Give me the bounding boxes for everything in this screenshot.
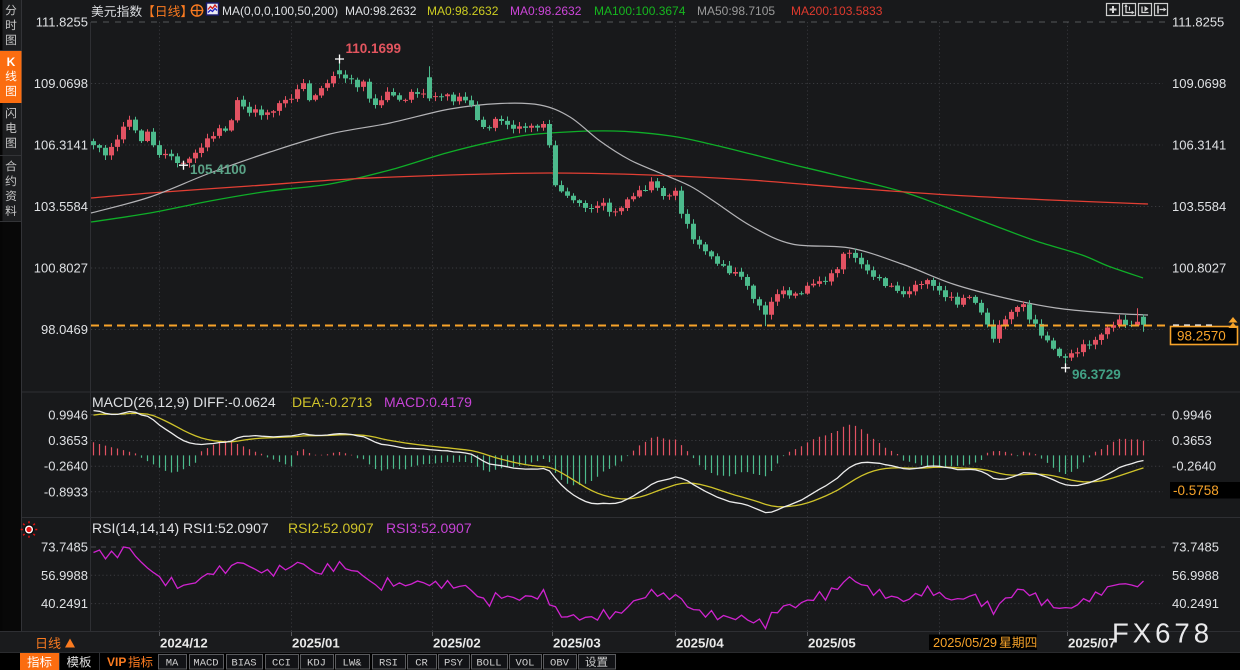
svg-text:0.3653: 0.3653 bbox=[48, 433, 88, 448]
svg-text:103.5584: 103.5584 bbox=[1172, 199, 1226, 214]
svg-text:MA0:98.2632: MA0:98.2632 bbox=[510, 4, 582, 18]
svg-text:2025/05/29: 2025/05/29 bbox=[933, 635, 997, 650]
svg-text:MA0:98.2632: MA0:98.2632 bbox=[345, 4, 417, 18]
svg-text:109.0698: 109.0698 bbox=[34, 76, 88, 91]
svg-text:98.2570: 98.2570 bbox=[1177, 329, 1226, 344]
svg-text:PSY: PSY bbox=[444, 658, 464, 670]
svg-text:40.2491: 40.2491 bbox=[41, 596, 88, 611]
svg-text:RSI(14,14,14) RSI1:52.0907: RSI(14,14,14) RSI1:52.0907 bbox=[92, 520, 269, 536]
svg-text:40.2491: 40.2491 bbox=[1172, 596, 1219, 611]
svg-text:VIP: VIP bbox=[107, 655, 126, 669]
svg-text:RSI3:52.0907: RSI3:52.0907 bbox=[386, 520, 472, 536]
svg-text:106.3141: 106.3141 bbox=[1172, 138, 1226, 153]
svg-text:-0.2640: -0.2640 bbox=[44, 459, 88, 474]
svg-text:K: K bbox=[7, 55, 16, 69]
svg-text:100.8027: 100.8027 bbox=[34, 261, 88, 276]
svg-text:2025/02: 2025/02 bbox=[433, 636, 481, 651]
svg-text:VOL: VOL bbox=[516, 658, 535, 670]
svg-text:2025/05: 2025/05 bbox=[808, 636, 856, 651]
svg-text:MA50:98.7105: MA50:98.7105 bbox=[697, 4, 775, 18]
svg-text:110.1699: 110.1699 bbox=[346, 41, 402, 56]
svg-text:BOLL: BOLL bbox=[476, 658, 501, 670]
svg-text:56.9988: 56.9988 bbox=[1172, 568, 1219, 583]
svg-text:0.9946: 0.9946 bbox=[1172, 407, 1212, 422]
svg-text:MA100:100.3674: MA100:100.3674 bbox=[594, 4, 686, 18]
svg-text:2025/01: 2025/01 bbox=[292, 636, 340, 651]
svg-text:KDJ: KDJ bbox=[307, 658, 326, 670]
svg-text:-0.2640: -0.2640 bbox=[1172, 459, 1216, 474]
svg-text:RSI: RSI bbox=[379, 658, 398, 670]
svg-text:56.9988: 56.9988 bbox=[41, 568, 88, 583]
svg-text:OBV: OBV bbox=[550, 658, 570, 670]
svg-text:2025/04: 2025/04 bbox=[676, 636, 724, 651]
svg-text:DEA:-0.2713: DEA:-0.2713 bbox=[292, 394, 372, 410]
svg-text:MACD: MACD bbox=[193, 658, 218, 670]
svg-text:111.8255: 111.8255 bbox=[1172, 15, 1224, 30]
svg-text:-0.8933: -0.8933 bbox=[44, 484, 88, 499]
svg-text:CCI: CCI bbox=[272, 658, 291, 670]
svg-text:98.0469: 98.0469 bbox=[41, 322, 88, 337]
svg-text:BIAS: BIAS bbox=[231, 658, 256, 670]
svg-text:2025/03: 2025/03 bbox=[553, 636, 601, 651]
svg-text:FX678: FX678 bbox=[1112, 618, 1213, 649]
svg-text:0.3653: 0.3653 bbox=[1172, 433, 1212, 448]
svg-text:100.8027: 100.8027 bbox=[1172, 261, 1226, 276]
svg-text:MA0:98.2632: MA0:98.2632 bbox=[427, 4, 499, 18]
svg-text:2024/12: 2024/12 bbox=[160, 636, 208, 651]
svg-text:CR: CR bbox=[415, 658, 428, 670]
svg-text:0.9946: 0.9946 bbox=[48, 407, 88, 422]
svg-text:109.0698: 109.0698 bbox=[1172, 76, 1226, 91]
svg-text:MA(0,0,0,100,50,200): MA(0,0,0,100,50,200) bbox=[222, 4, 338, 18]
svg-text:2025/07: 2025/07 bbox=[1068, 636, 1116, 651]
svg-text:MA: MA bbox=[166, 658, 179, 670]
svg-text:MACD(26,12,9) DIFF:-0.0624: MACD(26,12,9) DIFF:-0.0624 bbox=[92, 394, 276, 410]
svg-text:MACD:0.4179: MACD:0.4179 bbox=[384, 394, 472, 410]
svg-text:105.4100: 105.4100 bbox=[190, 162, 246, 177]
svg-text:-0.5758: -0.5758 bbox=[1173, 483, 1219, 498]
svg-text:73.7485: 73.7485 bbox=[41, 540, 88, 555]
svg-text:RSI2:52.0907: RSI2:52.0907 bbox=[288, 520, 374, 536]
svg-text:96.3729: 96.3729 bbox=[1072, 367, 1121, 382]
svg-text:73.7485: 73.7485 bbox=[1172, 540, 1219, 555]
svg-text:LW&: LW& bbox=[343, 658, 363, 670]
svg-text:106.3141: 106.3141 bbox=[34, 138, 88, 153]
svg-text:103.5584: 103.5584 bbox=[34, 199, 88, 214]
svg-text:MA200:103.5833: MA200:103.5833 bbox=[791, 4, 883, 18]
svg-text:111.8255: 111.8255 bbox=[36, 15, 88, 30]
